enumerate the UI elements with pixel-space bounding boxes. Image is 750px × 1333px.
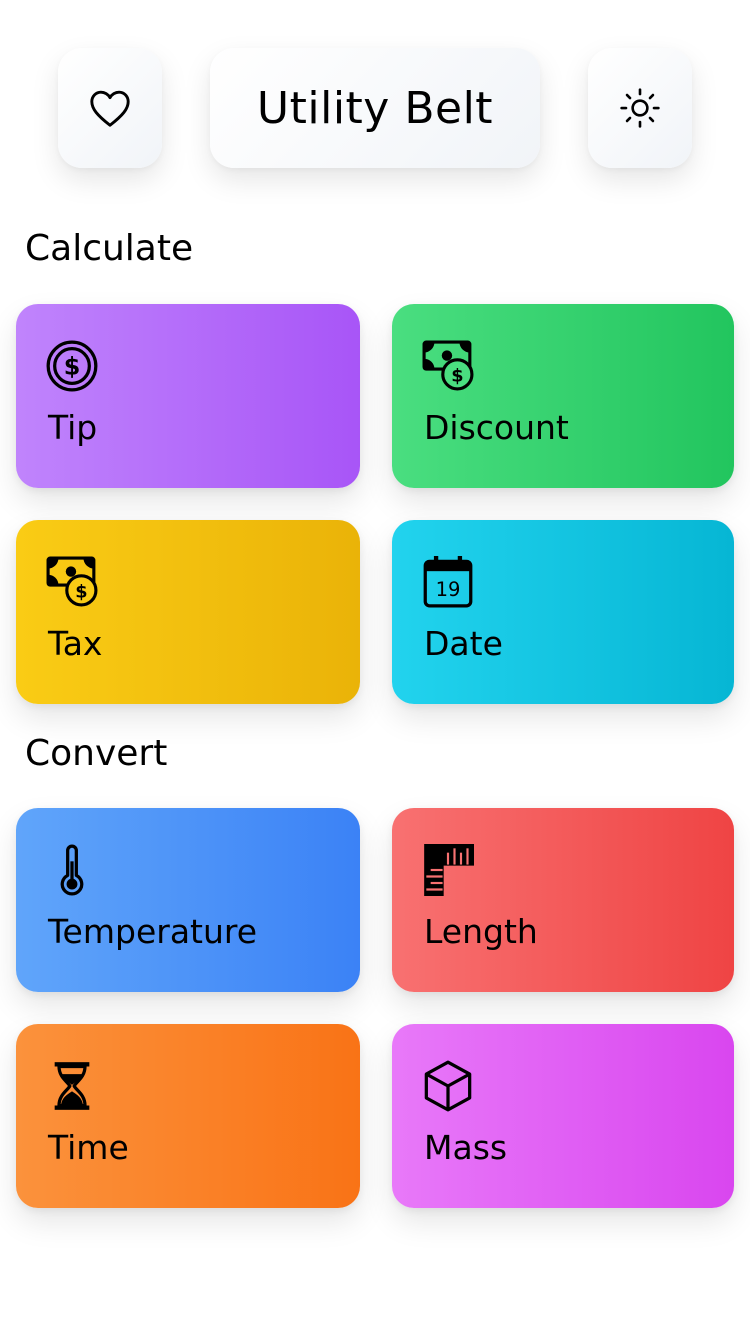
favorites-button[interactable] [58, 48, 162, 168]
calendar-day: 19 [436, 578, 461, 601]
tile-tax[interactable]: $ Tax [16, 520, 360, 704]
tile-time[interactable]: Time [16, 1024, 360, 1208]
dollar-coin-icon: $ [46, 340, 98, 392]
tile-discount[interactable]: $ Discount [392, 304, 734, 488]
tile-label: Tip [48, 408, 98, 447]
tile-length[interactable]: Length [392, 808, 734, 992]
theme-toggle-button[interactable] [588, 48, 692, 168]
section-title-calculate: Calculate [25, 228, 194, 269]
cash-coin-icon: $ [422, 340, 474, 391]
tile-tip[interactable]: $ Tip [16, 304, 360, 488]
heart-icon [90, 90, 130, 127]
svg-text:$: $ [64, 353, 81, 381]
title-box: Utility Belt [210, 48, 540, 168]
calendar-icon: 19 [423, 556, 473, 608]
tile-label: Tax [48, 624, 103, 663]
tile-date[interactable]: 19 Date [392, 520, 734, 704]
cash-coin-icon: $ [46, 556, 98, 607]
section-title-convert: Convert [25, 733, 168, 774]
tile-mass[interactable]: Mass [392, 1024, 734, 1208]
sun-icon [620, 88, 660, 128]
app-title: Utility Belt [256, 82, 494, 134]
tile-label: Mass [424, 1128, 508, 1167]
tile-label: Time [48, 1128, 129, 1167]
cube-icon [424, 1060, 472, 1112]
tile-label: Temperature [48, 912, 258, 951]
ruler-icon [424, 844, 474, 896]
thermometer-icon [60, 844, 84, 896]
tile-label: Length [424, 912, 538, 951]
svg-text:$: $ [451, 367, 463, 387]
tile-label: Discount [424, 408, 569, 447]
svg-text:$: $ [75, 583, 87, 603]
tile-temperature[interactable]: Temperature [16, 808, 360, 992]
tile-label: Date [424, 624, 503, 663]
hourglass-icon [54, 1062, 90, 1110]
